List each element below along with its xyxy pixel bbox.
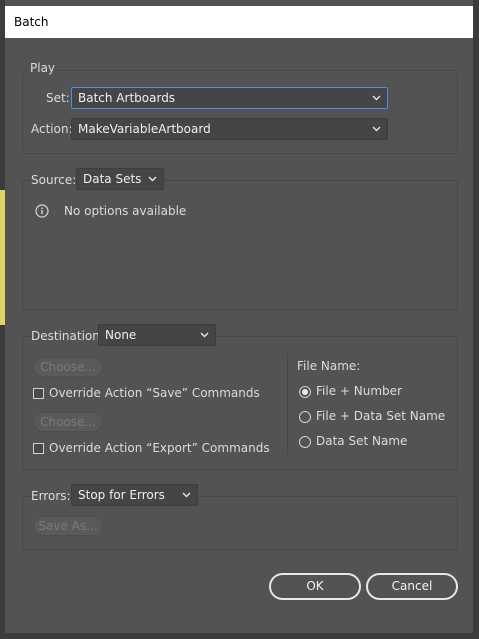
info-icon: [35, 204, 49, 218]
chevron-down-icon: [148, 169, 157, 189]
source-dropdown-value: Data Sets: [83, 172, 142, 186]
set-dropdown-value: Batch Artboards: [78, 91, 176, 105]
source-info-text: No options available: [64, 204, 187, 218]
play-legend: Play: [27, 61, 59, 75]
chevron-down-icon: [182, 485, 191, 505]
cancel-button[interactable]: Cancel: [366, 573, 458, 600]
errors-label: Errors:: [31, 489, 74, 503]
override-export-checkbox[interactable]: [33, 443, 44, 454]
destination-choose-button[interactable]: Choose...: [33, 357, 103, 377]
override-export-label[interactable]: Override Action “Export” Commands: [49, 441, 270, 455]
file-name-radio-dataset[interactable]: [299, 436, 311, 448]
window-frame-right: [473, 0, 479, 639]
file-name-radio-file-dataset[interactable]: [299, 411, 311, 423]
window-title-bar[interactable]: Batch: [5, 6, 473, 38]
chevron-down-icon: [372, 119, 381, 139]
set-dropdown[interactable]: Batch Artboards: [71, 87, 388, 109]
source-group: [22, 180, 458, 310]
action-label: Action:: [31, 122, 73, 136]
file-name-radio-file-number[interactable]: [299, 386, 311, 398]
chevron-down-icon: [372, 88, 381, 108]
save-as-button[interactable]: Save As...: [33, 516, 103, 536]
batch-dialog: Play Set: Batch Artboards Action: MakeVa…: [5, 38, 473, 633]
override-save-checkbox[interactable]: [33, 388, 44, 399]
export-choose-button[interactable]: Choose...: [33, 412, 103, 432]
destination-dropdown-value: None: [105, 328, 137, 342]
window-frame-bottom: [0, 633, 479, 639]
destination-dropdown[interactable]: None: [98, 324, 216, 346]
source-label: Source:: [31, 173, 80, 187]
destination-label: Destination:: [31, 329, 107, 343]
action-dropdown-value: MakeVariableArtboard: [78, 122, 211, 136]
file-name-heading: File Name:: [297, 359, 361, 373]
file-name-option-label[interactable]: File + Number: [316, 384, 402, 398]
chevron-down-icon: [200, 325, 209, 345]
action-dropdown[interactable]: MakeVariableArtboard: [71, 118, 388, 140]
errors-dropdown[interactable]: Stop for Errors: [71, 484, 198, 506]
window-title: Batch: [14, 15, 49, 29]
play-group: [22, 70, 458, 154]
source-dropdown[interactable]: Data Sets: [76, 168, 164, 190]
destination-divider: [287, 354, 288, 455]
set-label: Set:: [46, 91, 70, 105]
override-save-label[interactable]: Override Action “Save” Commands: [49, 386, 260, 400]
file-name-option-label[interactable]: File + Data Set Name: [316, 409, 445, 423]
file-name-option-label[interactable]: Data Set Name: [316, 434, 407, 448]
ok-button[interactable]: OK: [269, 573, 361, 600]
errors-dropdown-value: Stop for Errors: [78, 488, 165, 502]
